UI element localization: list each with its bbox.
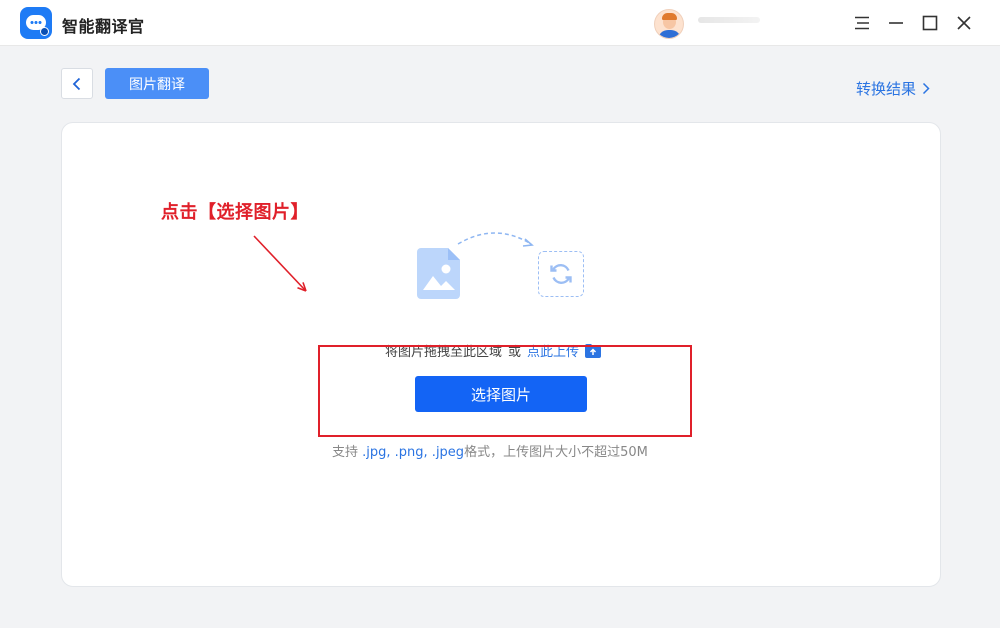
dashed-arrow-icon [457,232,534,247]
support-formats: .jpg, .png, .jpeg [362,445,465,460]
convert-target-box [538,251,584,297]
chevron-left-icon [72,77,81,90]
menu-icon[interactable] [850,11,874,35]
user-avatar[interactable] [654,9,684,39]
convert-result-link[interactable]: 转换结果 [856,78,930,99]
maximize-icon[interactable] [918,11,942,35]
app-title: 智能翻译官 [62,17,145,36]
annotation-arrow [253,235,307,292]
minimize-icon[interactable] [884,11,908,35]
support-formats-text: 支持 .jpg, .png, .jpeg格式，上传图片大小不超过50M [332,441,648,460]
user-name-placeholder [698,17,760,23]
close-icon[interactable] [952,11,976,35]
annotation-text: 点击【选择图片】 [161,202,309,223]
support-prefix: 支持 [332,445,359,460]
app-logo-icon [20,7,52,39]
title-bar: 智能翻译官 [0,0,1000,46]
tab-image-translate[interactable]: 图片翻译 [105,68,209,99]
back-button[interactable] [61,68,93,99]
support-suffix: 格式，上传图片大小不超过50M [464,445,648,460]
refresh-icon [550,264,572,284]
annotation-highlight-box [318,345,692,437]
convert-result-label: 转换结果 [856,80,917,98]
image-file-icon [417,248,460,299]
chevron-right-icon [922,82,930,95]
